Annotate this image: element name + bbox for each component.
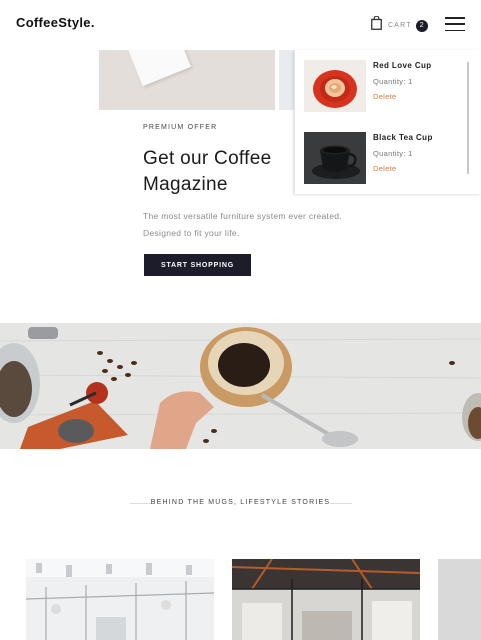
shopping-bag-icon bbox=[371, 15, 382, 35]
hamburger-menu-icon[interactable] bbox=[445, 17, 465, 31]
divider-line bbox=[330, 503, 352, 504]
cart-item: Black Tea Cup Quantity: 1 Delete bbox=[304, 132, 474, 188]
cart-count-badge: 2 bbox=[415, 19, 428, 32]
story-card-image[interactable] bbox=[26, 559, 214, 640]
site-header: CoffeeStyle. CART 2 bbox=[0, 0, 481, 48]
hero-description: The most versatile furniture system ever… bbox=[143, 211, 342, 238]
cart-dropdown: Red Love Cup Quantity: 1 Delete Black Te… bbox=[294, 50, 481, 194]
cart-scrollbar[interactable] bbox=[467, 62, 469, 174]
cart-item-quantity: Quantity: 1 bbox=[373, 77, 413, 86]
cart-label: CART bbox=[388, 22, 412, 29]
story-card-image[interactable] bbox=[438, 559, 481, 640]
coffee-banner-image bbox=[0, 323, 481, 449]
red-cup-thumbnail[interactable] bbox=[304, 60, 366, 112]
cart-item-name[interactable]: Black Tea Cup bbox=[373, 133, 433, 142]
cart-item-delete-link[interactable]: Delete bbox=[373, 92, 396, 101]
cart-item: Red Love Cup Quantity: 1 Delete bbox=[304, 60, 474, 116]
offer-label: PREMIUM OFFER bbox=[143, 124, 218, 131]
site-logo[interactable]: CoffeeStyle. bbox=[16, 15, 95, 30]
cart-item-name[interactable]: Red Love Cup bbox=[373, 61, 432, 70]
black-cup-thumbnail[interactable] bbox=[304, 132, 366, 184]
page-title: Get our Coffee Magazine bbox=[143, 148, 272, 195]
story-card-image[interactable] bbox=[232, 559, 420, 640]
cart-button[interactable]: CART 2 bbox=[371, 15, 428, 35]
cart-item-quantity: Quantity: 1 bbox=[373, 149, 413, 158]
cart-item-delete-link[interactable]: Delete bbox=[373, 164, 396, 173]
section-label: BEHIND THE MUGS, LIFESTYLE STORIES bbox=[150, 499, 331, 506]
start-shopping-button[interactable]: START SHOPPING bbox=[144, 254, 251, 276]
hero-image bbox=[99, 50, 275, 110]
